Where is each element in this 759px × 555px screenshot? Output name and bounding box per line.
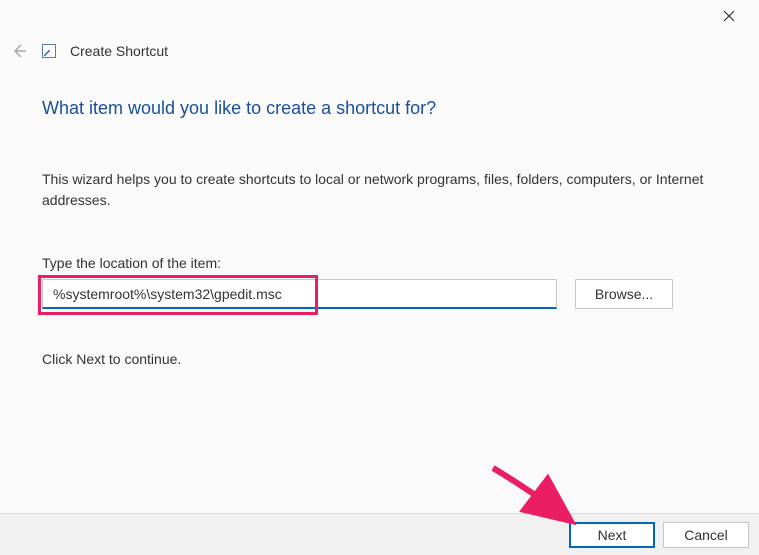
cancel-button[interactable]: Cancel <box>663 522 749 548</box>
page-heading: What item would you like to create a sho… <box>42 98 717 119</box>
input-wrapper <box>42 279 557 309</box>
browse-button[interactable]: Browse... <box>575 279 673 309</box>
close-icon <box>723 10 735 22</box>
title-bar <box>0 0 759 32</box>
back-arrow-icon <box>11 43 27 59</box>
location-input[interactable] <box>42 279 557 309</box>
back-button[interactable] <box>10 42 28 60</box>
window-title: Create Shortcut <box>70 43 168 59</box>
shortcut-icon <box>42 44 56 58</box>
next-button[interactable]: Next <box>569 522 655 548</box>
footer-bar: Next Cancel <box>0 513 759 555</box>
hint-text: Click Next to continue. <box>42 351 717 367</box>
header-row: Create Shortcut <box>0 32 759 74</box>
close-button[interactable] <box>721 8 737 24</box>
input-row: Browse... <box>42 279 717 309</box>
description-text: This wizard helps you to create shortcut… <box>42 169 717 211</box>
location-label: Type the location of the item: <box>42 255 717 271</box>
content-area: What item would you like to create a sho… <box>0 74 759 367</box>
